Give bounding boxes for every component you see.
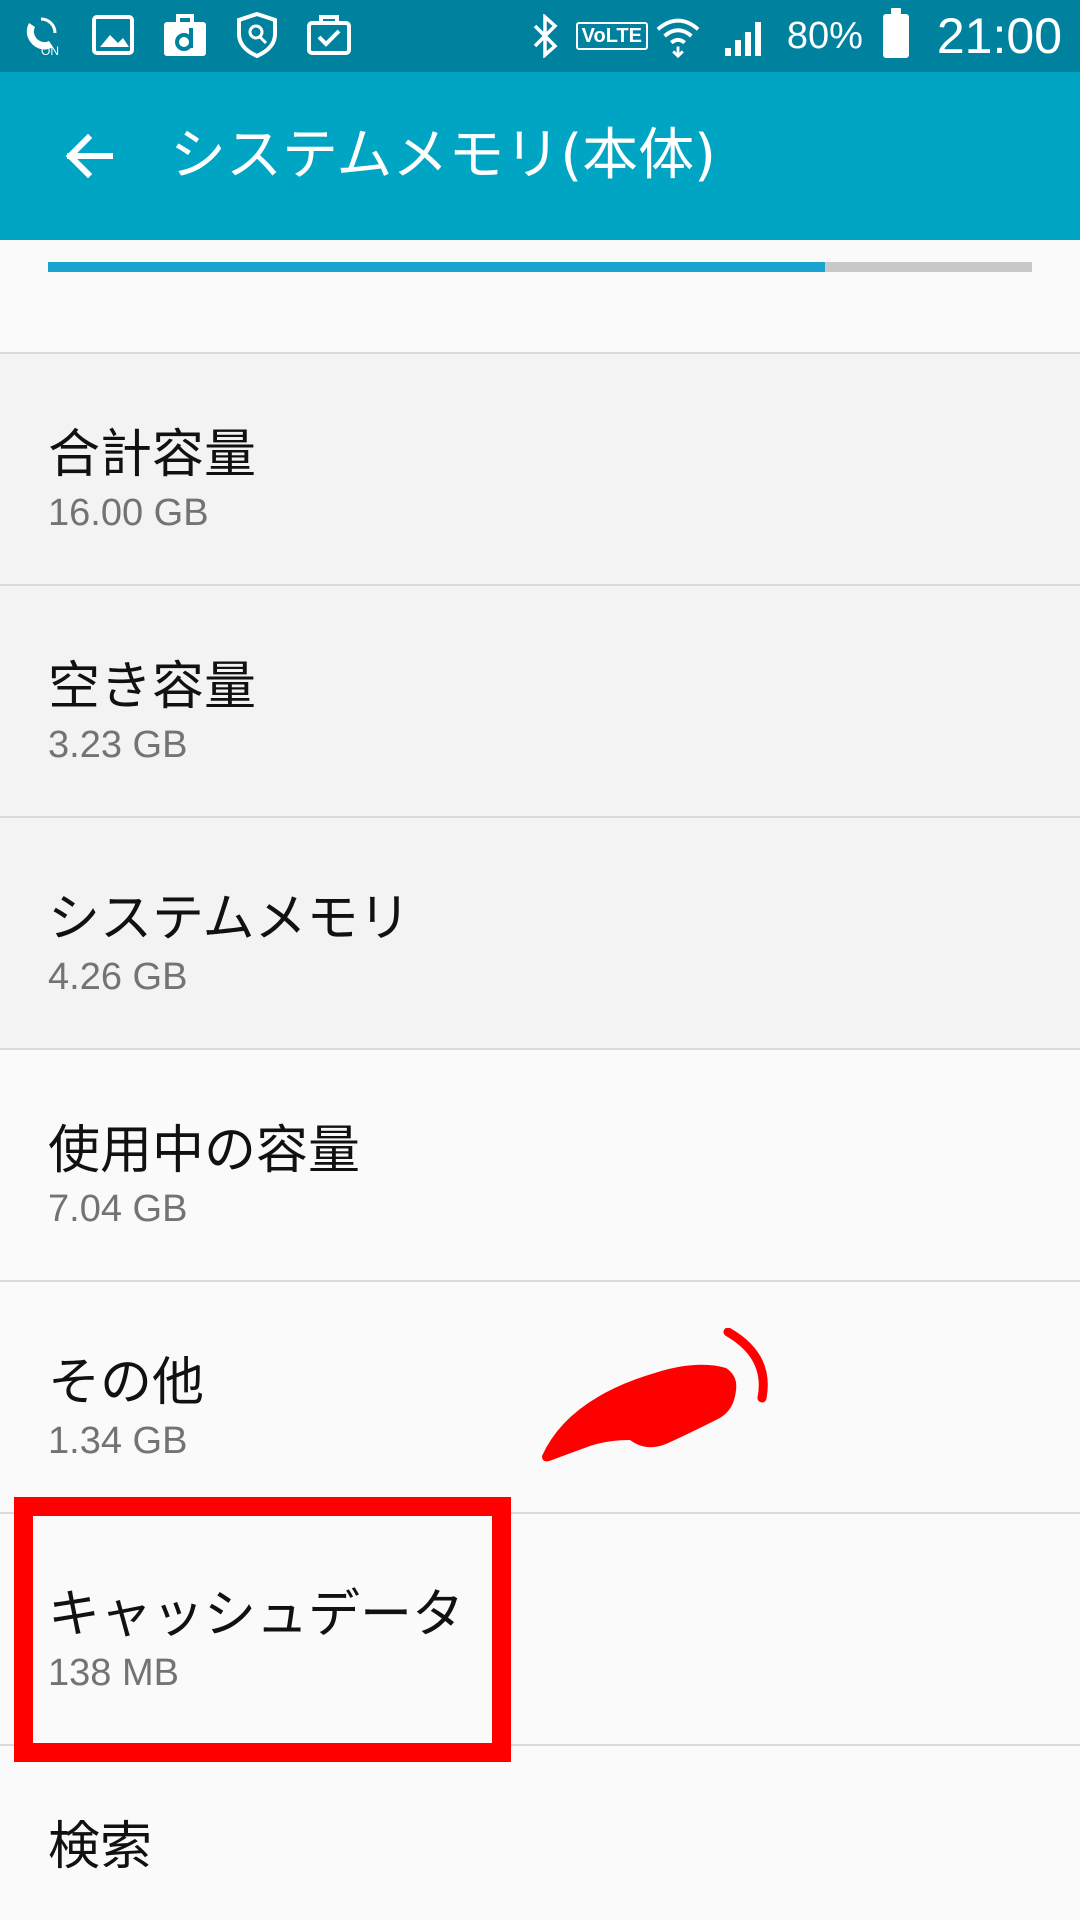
svg-text:ON: ON	[41, 44, 59, 57]
clock: 21:00	[936, 8, 1062, 64]
list-item-value: 1.34 GB	[48, 1420, 188, 1462]
gallery-icon	[90, 12, 136, 58]
volte-icon: VoLTE	[575, 13, 648, 59]
highlight-box	[14, 1497, 511, 1762]
list-item-title: 空き容量	[48, 657, 257, 717]
wifi-icon	[655, 13, 701, 59]
list-item-title: 使用中の容量	[48, 1121, 361, 1181]
list-item-used-space[interactable]: 使用中の容量 7.04 GB	[0, 1048, 1080, 1280]
list-item-title: システムメモリ	[48, 889, 411, 949]
list-item-free-space: 空き容量 3.23 GB	[0, 584, 1080, 816]
list-item-title: その他	[48, 1353, 205, 1413]
list-item-total-capacity: 合計容量 16.00 GB	[0, 352, 1080, 584]
list-item-value: 3.23 GB	[48, 724, 188, 766]
page-title: システムメモリ(本体)	[170, 123, 717, 188]
docomo-d-icon	[162, 12, 208, 58]
list-item-system-memory: システムメモリ 4.26 GB	[0, 816, 1080, 1048]
app-bar: システムメモリ(本体)	[0, 72, 1080, 240]
briefcase-check-icon	[306, 12, 352, 58]
list-item-search[interactable]: 検索	[0, 1744, 1080, 1914]
storage-usage-section	[0, 240, 1080, 352]
security-shield-icon	[234, 12, 280, 58]
battery-percent: 80%	[786, 14, 863, 57]
list-item-value: 7.04 GB	[48, 1188, 188, 1230]
bluetooth-icon	[523, 13, 569, 59]
storage-usage-bar	[48, 262, 1032, 272]
status-bar: ON VoLTE 80% 21:00	[0, 0, 1080, 72]
list-item-value: 4.26 GB	[48, 956, 188, 998]
arrow-back-icon[interactable]	[44, 112, 132, 200]
list-item-title: 検索	[48, 1817, 153, 1877]
battery-icon	[882, 8, 909, 58]
storage-usage-fill	[48, 262, 826, 272]
list-item-value: 16.00 GB	[48, 492, 209, 534]
wifi-calling-on-icon: ON	[18, 12, 64, 58]
list-item-title: 合計容量	[48, 425, 257, 485]
signal-icon	[721, 13, 767, 59]
pointing-hand-icon	[538, 1327, 778, 1468]
